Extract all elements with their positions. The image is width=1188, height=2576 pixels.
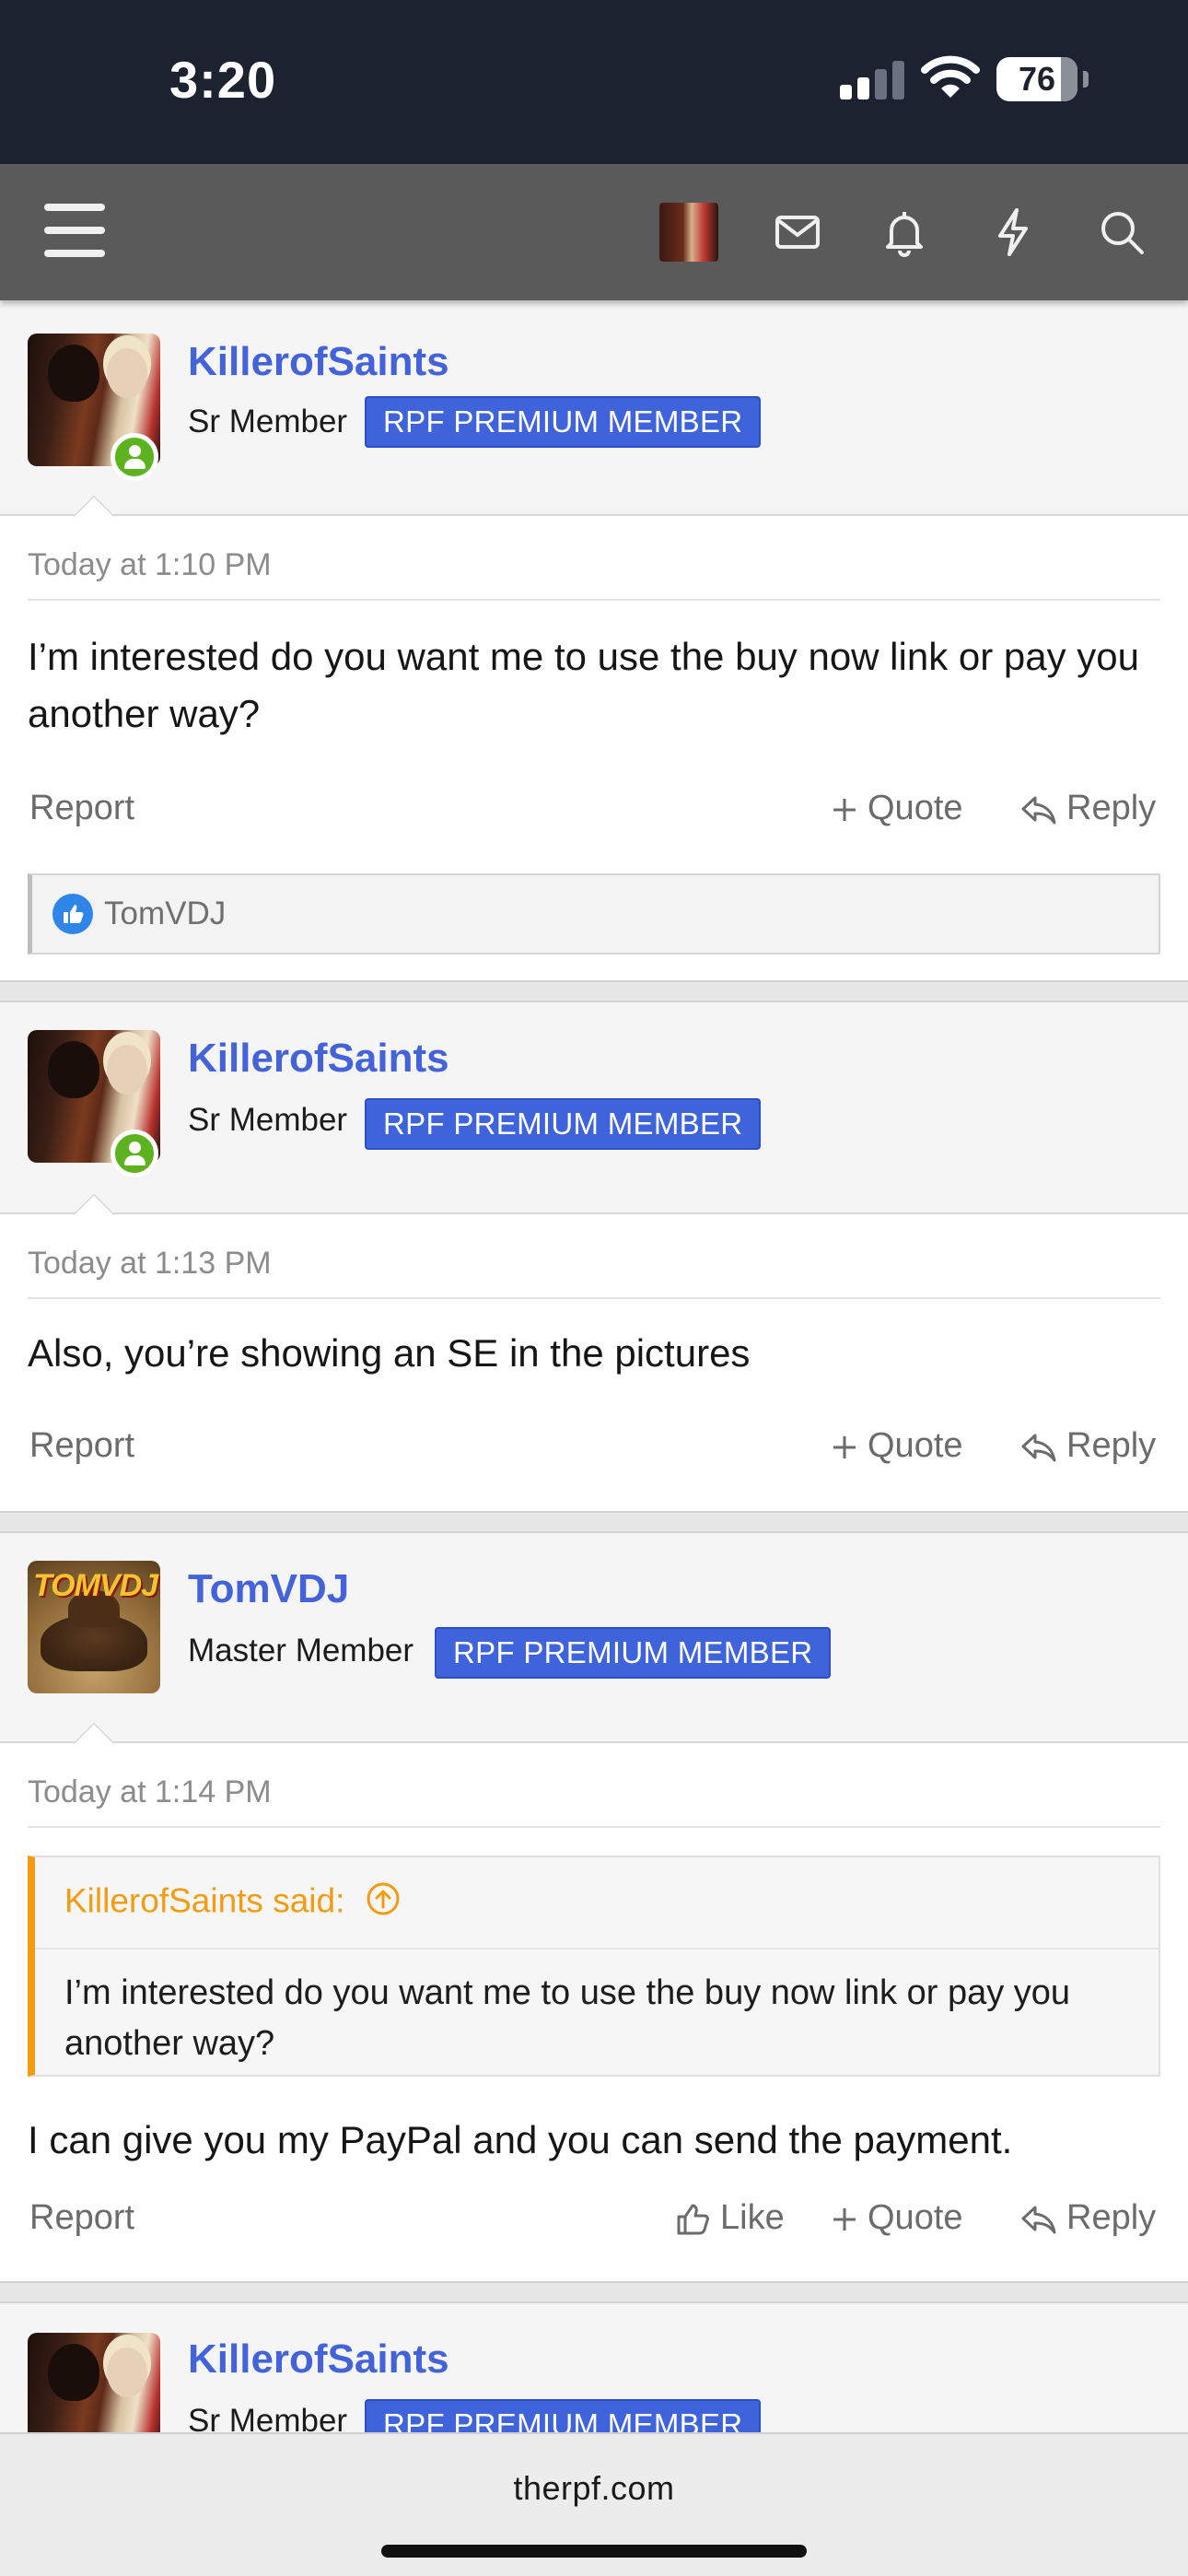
member-title: Master Member bbox=[188, 1633, 414, 1669]
premium-badge: RPF PREMIUM MEMBER bbox=[365, 2399, 762, 2432]
member-title: Sr Member bbox=[188, 404, 348, 439]
online-status-icon bbox=[111, 1130, 158, 1177]
post-body: Today at 1:13 PM Also, you’re showing an… bbox=[0, 1193, 1188, 1513]
avatar[interactable]: TOMVDJ bbox=[28, 1561, 160, 1693]
quote-author[interactable]: KillerofSaints said: bbox=[64, 1881, 401, 1925]
status-time: 3:20 bbox=[169, 51, 277, 109]
like-button[interactable]: Like bbox=[674, 2198, 785, 2238]
post-message: I can give you my PayPal and you can sen… bbox=[28, 2118, 1013, 2161]
user-avatar[interactable] bbox=[659, 203, 718, 262]
username[interactable]: KillerofSaints bbox=[188, 2336, 449, 2383]
thumbs-up-icon bbox=[674, 2201, 711, 2238]
username[interactable]: TomVDJ bbox=[188, 1566, 349, 1612]
post-header: KillerofSaints Sr Member RPF PREMIUM MEM… bbox=[0, 1002, 1188, 1214]
member-title: Sr Member bbox=[188, 1102, 348, 1138]
reply-icon bbox=[1020, 2204, 1057, 2235]
post-body: Today at 1:14 PM KillerofSaints said: I’… bbox=[0, 1722, 1188, 2283]
reply-button[interactable]: Reply bbox=[1020, 2198, 1156, 2238]
battery-icon: 76 bbox=[996, 57, 1089, 101]
report-link[interactable]: Report bbox=[29, 789, 134, 828]
username[interactable]: KillerofSaints bbox=[188, 1036, 449, 1082]
search-icon[interactable] bbox=[1094, 205, 1149, 260]
cellular-signal-icon bbox=[840, 61, 904, 100]
plus-icon bbox=[831, 796, 858, 824]
menu-icon[interactable] bbox=[44, 204, 105, 257]
avatar-logo-text: TOMVDJ bbox=[33, 1568, 158, 1603]
member-title: Sr Member bbox=[188, 2403, 348, 2432]
site-navbar bbox=[0, 164, 1188, 300]
bell-icon[interactable] bbox=[877, 205, 932, 260]
report-link[interactable]: Report bbox=[29, 2198, 134, 2238]
quoted-message: KillerofSaints said: I’m interested do y… bbox=[28, 1856, 1160, 2077]
url-domain[interactable]: therpf.com bbox=[0, 2469, 1188, 2508]
reply-icon bbox=[1020, 794, 1057, 825]
quote-button[interactable]: Quote bbox=[831, 2198, 963, 2238]
bolt-icon[interactable] bbox=[985, 205, 1041, 260]
premium-badge: RPF PREMIUM MEMBER bbox=[365, 396, 762, 448]
post-header: KillerofSaints Sr Member RPF PREMIUM MEM… bbox=[0, 300, 1188, 514]
envelope-icon[interactable] bbox=[770, 205, 825, 260]
avatar[interactable] bbox=[28, 334, 160, 481]
premium-badge: RPF PREMIUM MEMBER bbox=[435, 1627, 832, 1679]
online-status-icon bbox=[111, 433, 158, 481]
post-message: I’m interested do you want me to use the… bbox=[28, 635, 1139, 735]
post-header: KillerofSaints Sr Member RPF PREMIUM MEM… bbox=[0, 2303, 1188, 2432]
liked-by-user[interactable]: TomVDJ bbox=[104, 896, 226, 932]
likes-bar[interactable]: TomVDJ bbox=[28, 873, 1160, 954]
quote-text: I’m interested do you want me to use the… bbox=[64, 1973, 1071, 2063]
wifi-icon bbox=[921, 55, 980, 100]
avatar[interactable] bbox=[28, 1030, 160, 1177]
post-header: TOMVDJ TomVDJ Master Member RPF PREMIUM … bbox=[0, 1533, 1188, 1743]
premium-badge: RPF PREMIUM MEMBER bbox=[365, 1098, 762, 1150]
post-date[interactable]: Today at 1:13 PM bbox=[28, 1246, 272, 1282]
quote-button[interactable]: Quote bbox=[831, 1426, 963, 1466]
report-link[interactable]: Report bbox=[29, 1426, 134, 1466]
quote-button[interactable]: Quote bbox=[831, 789, 963, 828]
post-date[interactable]: Today at 1:10 PM bbox=[28, 547, 272, 583]
browser-address-bar[interactable]: therpf.com bbox=[0, 2432, 1188, 2576]
reply-icon bbox=[1020, 1432, 1057, 1463]
home-indicator[interactable] bbox=[381, 2545, 807, 2558]
avatar[interactable] bbox=[28, 2333, 160, 2432]
post-body: Today at 1:10 PM I’m interested do you w… bbox=[0, 495, 1188, 980]
post-date[interactable]: Today at 1:14 PM bbox=[28, 1774, 272, 1810]
plus-icon bbox=[831, 2206, 858, 2233]
reply-button[interactable]: Reply bbox=[1020, 789, 1156, 828]
battery-level: 76 bbox=[1018, 60, 1056, 98]
arrow-up-circle-icon[interactable] bbox=[366, 1881, 401, 1925]
thumbs-up-icon bbox=[52, 894, 93, 934]
plus-icon bbox=[831, 1434, 858, 1461]
username[interactable]: KillerofSaints bbox=[188, 339, 449, 385]
post-message: Also, you’re showing an SE in the pictur… bbox=[28, 1331, 751, 1375]
status-bar: 3:20 76 bbox=[0, 0, 1188, 164]
reply-button[interactable]: Reply bbox=[1020, 1426, 1156, 1466]
